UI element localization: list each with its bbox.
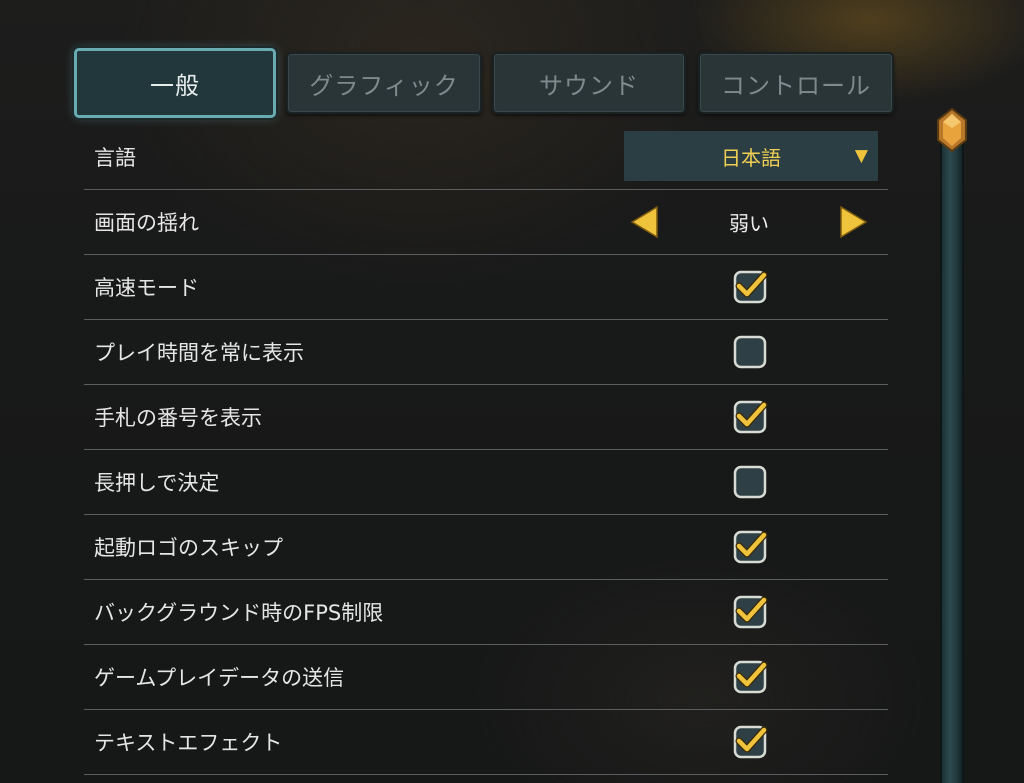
setting-label: プレイ時間を常に表示 xyxy=(94,341,304,365)
setting-row-show-playtime: プレイ時間を常に表示 xyxy=(84,320,888,385)
setting-row-show-hand-numbers: 手札の番号を表示 xyxy=(84,385,888,450)
setting-row-text-effects: テキストエフェクト xyxy=(84,710,888,775)
scroll-track[interactable] xyxy=(940,128,964,783)
tab-graphics[interactable]: グラフィック xyxy=(286,52,482,114)
setting-label: 起動ロゴのスキップ xyxy=(94,536,283,560)
setting-label: 手札の番号を表示 xyxy=(94,406,262,430)
setting-label: テキストエフェクト xyxy=(94,731,283,755)
setting-row-fast-mode: 高速モード xyxy=(84,255,888,320)
setting-label: バックグラウンド時のFPS制限 xyxy=(94,601,384,625)
setting-row-long-press-confirm: 長押しで決定 xyxy=(84,450,888,515)
dropdown-value: 日本語 xyxy=(721,145,781,170)
show-playtime-checkbox[interactable] xyxy=(732,334,768,370)
arrow-right-icon[interactable] xyxy=(838,205,868,239)
text-effects-checkbox[interactable] xyxy=(732,724,768,760)
setting-row-skip-logo: 起動ロゴのスキップ xyxy=(84,515,888,580)
tab-sound[interactable]: サウンド xyxy=(492,52,686,114)
long-press-confirm-checkbox[interactable] xyxy=(732,464,768,500)
tab-general[interactable]: 一般 xyxy=(74,48,276,118)
screen-shake-value: 弱い xyxy=(729,211,769,236)
setting-label: 高速モード xyxy=(94,276,199,300)
setting-row-language: 言語 日本語 ▼ xyxy=(84,125,888,190)
chevron-down-icon: ▼ xyxy=(854,146,868,166)
scrollbar[interactable] xyxy=(936,107,968,783)
show-hand-numbers-checkbox[interactable] xyxy=(732,399,768,435)
setting-label: ゲームプレイデータの送信 xyxy=(94,666,345,690)
setting-row-background-fps-limit: バックグラウンド時のFPS制限 xyxy=(84,580,888,645)
arrow-left-icon[interactable] xyxy=(630,205,660,239)
send-gameplay-data-checkbox[interactable] xyxy=(732,659,768,695)
setting-label: 画面の揺れ xyxy=(94,211,199,235)
tab-controls[interactable]: コントロール xyxy=(698,52,894,114)
fast-mode-checkbox[interactable] xyxy=(732,269,768,305)
setting-label: 長押しで決定 xyxy=(94,471,220,495)
scroll-thumb[interactable] xyxy=(936,107,968,153)
background-fps-limit-checkbox[interactable] xyxy=(732,594,768,630)
language-dropdown[interactable]: 日本語 ▼ xyxy=(624,131,878,181)
settings-list: 言語 日本語 ▼ 画面の揺れ 弱い 高速モード プレイ時間を常に表示 手札の番号… xyxy=(84,125,888,775)
settings-tabs: 一般 グラフィック サウンド コントロール xyxy=(74,48,894,120)
setting-row-screen-shake: 画面の揺れ 弱い xyxy=(84,190,888,255)
setting-label: 言語 xyxy=(94,146,136,170)
skip-logo-checkbox[interactable] xyxy=(732,529,768,565)
setting-row-send-gameplay-data: ゲームプレイデータの送信 xyxy=(84,645,888,710)
